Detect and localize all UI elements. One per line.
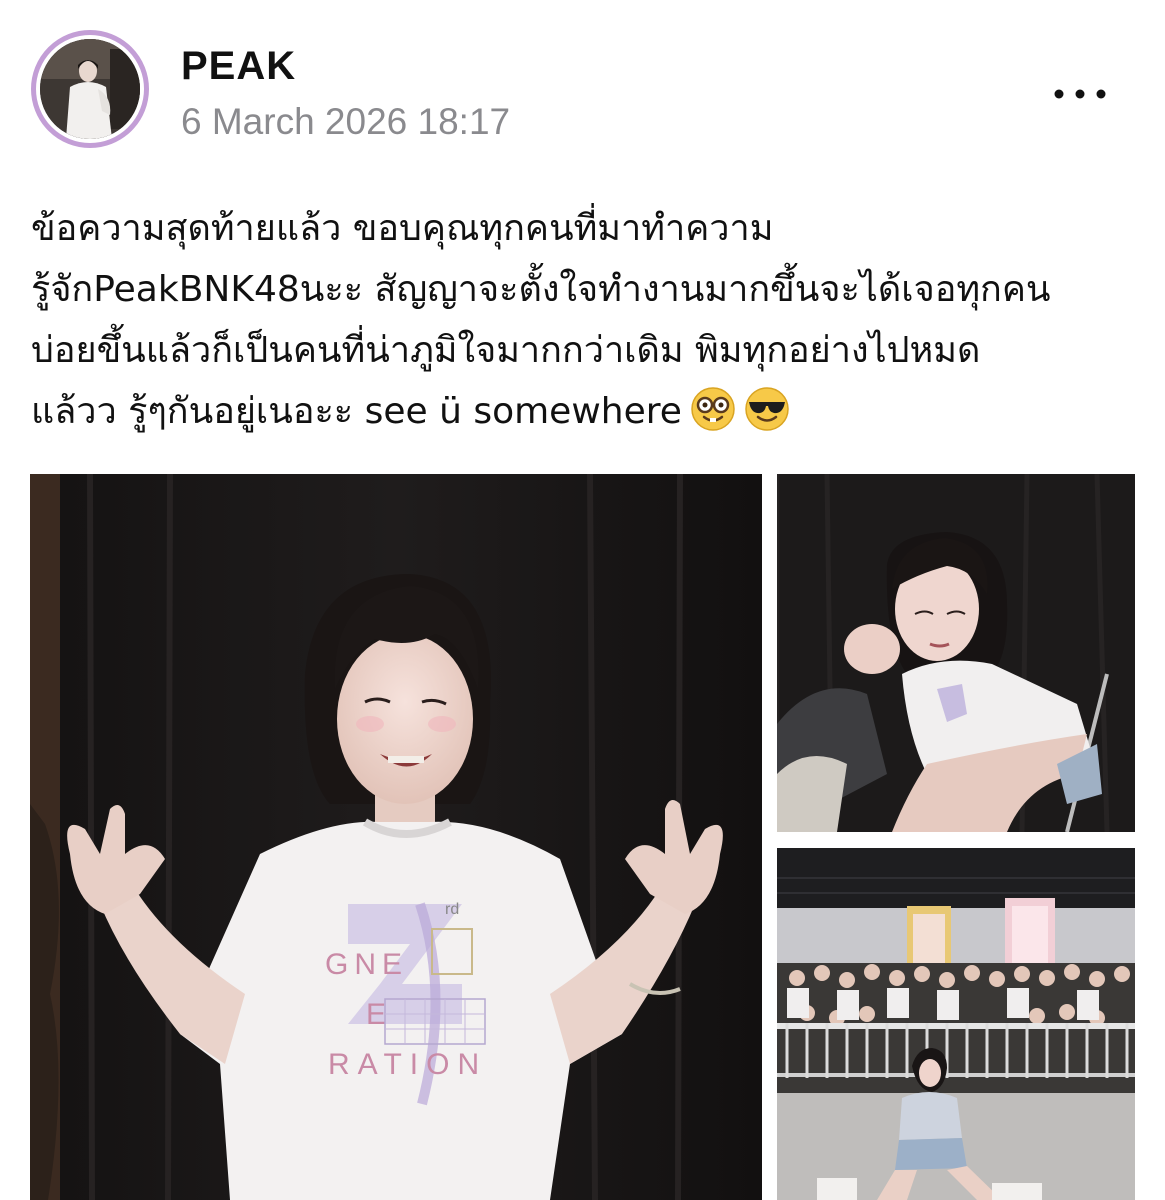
post-photo-top-right[interactable] — [777, 474, 1135, 832]
photo-top-right-image — [777, 474, 1135, 832]
caption-line: รู้จักPeakBNK48นะะ สัญญาจะตั้งใจทำงานมาก… — [31, 269, 1051, 310]
post-photo-main[interactable]: GNE E RATION rd — [30, 474, 762, 1200]
social-post: PEAK 6 March 2026 18:17 ข้อความสุดท้ายแล… — [0, 0, 1165, 1200]
post-header: PEAK 6 March 2026 18:17 — [0, 0, 1165, 160]
post-timestamp: 6 March 2026 18:17 — [181, 101, 511, 142]
caption-line: บ่อยขึ้นแล้วก็เป็นคนที่น่าภูมิใจมากกว่าเ… — [31, 330, 981, 371]
caption-line: แล้วว รู้ๆกันอยู่เนอะะ see ü somewhere — [31, 391, 682, 432]
shirt-small-text: rd — [445, 901, 459, 918]
caption-line: ข้อความสุดท้ายแล้ว ขอบคุณทุกคนที่มาทำควา… — [31, 208, 774, 249]
shirt-text-line: RATION — [328, 1048, 487, 1081]
author-name[interactable]: PEAK — [181, 44, 296, 89]
caption-line-last: แล้วว รู้ๆกันอยู่เนอะะ see ü somewhere — [31, 381, 1141, 442]
post-photo-bottom-right[interactable] — [777, 848, 1135, 1200]
avatar-photo — [40, 39, 140, 139]
shirt-text-line: E — [366, 998, 386, 1031]
shirt-text-line: GNE — [325, 948, 408, 981]
nerd-face-emoji-icon — [690, 386, 736, 432]
more-options-button[interactable] — [1045, 74, 1115, 114]
photo-bottom-right-image — [777, 848, 1135, 1200]
photo-main-image: GNE E RATION rd — [30, 474, 762, 1200]
smiling-face-with-sunglasses-emoji-icon — [744, 386, 790, 432]
ellipsis-horizontal-icon — [1054, 89, 1106, 99]
author-avatar[interactable] — [31, 30, 149, 148]
post-caption: ข้อความสุดท้ายแล้ว ขอบคุณทุกคนที่มาทำควา… — [31, 198, 1141, 442]
